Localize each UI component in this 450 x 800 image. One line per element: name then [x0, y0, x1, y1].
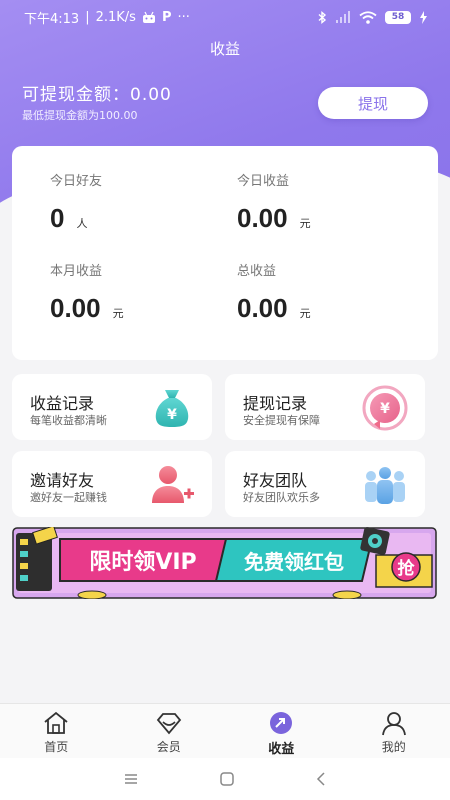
- min-withdraw-note: 最低提现金额为100.00: [22, 109, 138, 122]
- svg-text:¥: ¥: [380, 401, 390, 417]
- page-title: 收益: [209, 40, 240, 58]
- tile-subtitle: 好友团队欢乐多: [243, 491, 320, 504]
- bluetooth-icon: [318, 10, 327, 24]
- money-bag-icon: ¥: [155, 390, 189, 427]
- tile-title: 好友团队: [243, 471, 308, 490]
- wifi-icon: [359, 10, 377, 24]
- tab-home[interactable]: 首页: [0, 704, 113, 758]
- status-time: 下午4:13: [24, 11, 80, 27]
- tab-earnings[interactable]: 收益: [225, 704, 338, 758]
- stat-label: 今日收益: [237, 174, 290, 189]
- promo-banner[interactable]: 限时领VIP 免费领红包 抢: [12, 527, 437, 599]
- stat-unit: 元: [299, 307, 311, 320]
- tile-subtitle: 每笔收益都清晰: [30, 414, 107, 427]
- withdraw-button[interactable]: 提现: [318, 87, 428, 119]
- stat-label: 总收益: [237, 264, 277, 279]
- stat-value: 0.00: [237, 203, 288, 233]
- tab-profile[interactable]: 我的: [338, 704, 450, 758]
- stat-label: 本月收益: [50, 264, 103, 279]
- banner-redpacket-text: 免费领红包: [244, 550, 344, 574]
- earnings-icon: [270, 712, 293, 734]
- tile-title: 收益记录: [30, 394, 95, 413]
- tile-title: 提现记录: [243, 394, 308, 413]
- tab-label: 首页: [44, 740, 69, 754]
- tab-vip[interactable]: 会员: [113, 704, 226, 758]
- banner-vip-text: 限时领VIP: [89, 549, 196, 575]
- stat-total-earnings: 总收益 0.00 元: [237, 260, 311, 324]
- withdraw-records-tile[interactable]: 提现记录 安全提现有保障 ¥: [225, 374, 425, 440]
- invite-friends-tile[interactable]: 邀请好友 邀好友一起赚钱: [12, 451, 212, 517]
- tile-title: 邀请好友: [30, 471, 95, 490]
- svg-text:¥: ¥: [167, 407, 177, 423]
- status-speed: 2.1K/s: [95, 9, 136, 25]
- signal-icon: [336, 11, 350, 23]
- tab-label: 会员: [156, 740, 181, 754]
- system-nav-bar: [0, 758, 450, 800]
- android-icon: [142, 11, 155, 23]
- tab-label: 我的: [381, 740, 406, 754]
- tile-subtitle: 邀好友一起赚钱: [30, 491, 107, 504]
- friend-team-tile[interactable]: 好友团队 好友团队欢乐多: [225, 451, 425, 517]
- stat-today-earnings: 今日收益 0.00 元: [237, 170, 311, 234]
- more-notifications-icon: ···: [177, 9, 190, 25]
- stat-value: 0.00: [237, 293, 288, 323]
- stat-value: 0: [50, 203, 65, 233]
- home-nav-icon[interactable]: [220, 772, 234, 786]
- available-balance: 可提现金额：0.00: [22, 85, 172, 105]
- stats-card: 今日好友 0 人 今日收益 0.00 元 本月收益 0.00 元 总收益 0.0…: [12, 146, 438, 360]
- yuan-coin-icon: ¥: [362, 385, 408, 431]
- bottom-tab-bar: 首页 会员 收益 我的: [0, 703, 450, 758]
- team-icon: [365, 467, 405, 504]
- charging-icon: [420, 10, 427, 24]
- stat-today-friends: 今日好友 0 人: [50, 170, 102, 234]
- add-user-icon: [152, 466, 194, 503]
- earnings-records-tile[interactable]: 收益记录 每笔收益都清晰 ¥: [12, 374, 212, 440]
- back-nav-icon[interactable]: [316, 772, 326, 786]
- tab-label: 收益: [268, 742, 295, 757]
- banner-grab-text: 抢: [398, 558, 416, 579]
- stat-label: 今日好友: [50, 174, 103, 189]
- status-bar: 下午4:13 | 2.1K/s P ··· 58: [0, 0, 450, 34]
- stat-unit: 元: [112, 307, 124, 320]
- stat-unit: 元: [299, 217, 311, 230]
- film-clapper-left-icon: [16, 527, 58, 591]
- stat-value: 0.00: [50, 293, 101, 323]
- tile-subtitle: 安全提现有保障: [243, 414, 320, 427]
- recent-apps-icon[interactable]: [124, 773, 138, 785]
- stat-unit: 人: [76, 217, 88, 230]
- vip-diamond-icon: [156, 713, 181, 735]
- stat-month-earnings: 本月收益 0.00 元: [50, 260, 124, 324]
- p-app-icon: P: [161, 9, 172, 25]
- home-icon: [44, 711, 68, 734]
- battery-icon: 58: [385, 10, 411, 24]
- profile-icon: [381, 712, 406, 736]
